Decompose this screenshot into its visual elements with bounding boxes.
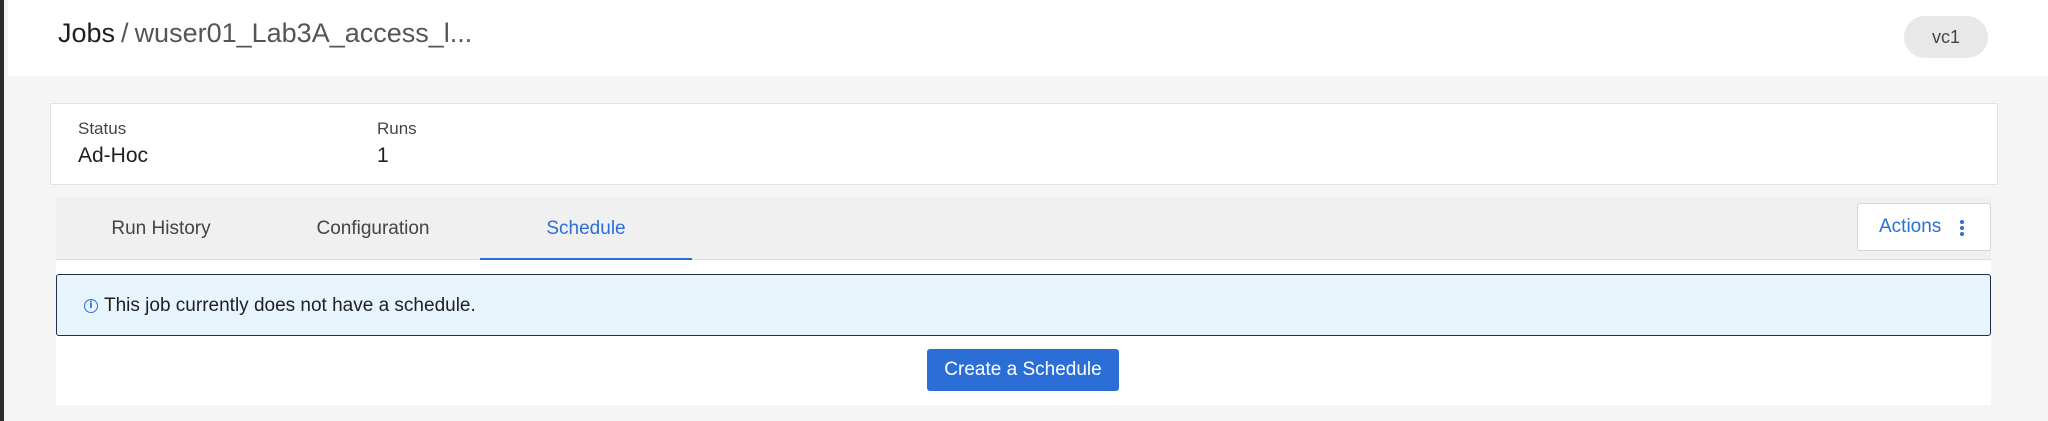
no-schedule-alert: i This job currently does not have a sch… [56,274,1991,336]
breadcrumb-jobs-link[interactable]: Jobs [58,18,115,48]
kebab-vertical-icon [1960,220,1964,236]
virtual-cluster-chip[interactable]: vc1 [1904,16,1988,58]
actions-button[interactable]: Actions [1857,203,1991,251]
info-icon: i [84,299,98,313]
job-tabs: Run History Configuration Schedule [56,197,1991,261]
breadcrumb: Jobs / wuser01_Lab3A_access_l... [58,17,472,49]
create-schedule-button[interactable]: Create a Schedule [927,349,1119,391]
app-frame: Jobs / wuser01_Lab3A_access_l... vc1 Statu… [0,0,2048,421]
status-label: Status [78,119,127,138]
status-value: Ad-Hoc [78,144,149,167]
alert-message: This job currently does not have a sched… [104,295,476,316]
runs-value: 1 [377,144,389,167]
runs-label: Runs [377,119,417,138]
breadcrumb-current-job: wuser01_Lab3A_access_l... [134,18,473,48]
breadcrumb-separator: / [121,18,129,48]
status-field: Status Ad-Hoc [78,118,148,170]
runs-field: Runs 1 [377,118,417,170]
job-summary-card: Status Ad-Hoc Runs 1 [50,103,1998,185]
page-header: Jobs / wuser01_Lab3A_access_l... vc1 [8,0,2048,76]
actions-label: Actions [1879,216,1942,237]
tab-configuration[interactable]: Configuration [266,197,480,260]
tab-schedule[interactable]: Schedule [480,197,692,261]
tab-run-history[interactable]: Run History [56,197,266,260]
